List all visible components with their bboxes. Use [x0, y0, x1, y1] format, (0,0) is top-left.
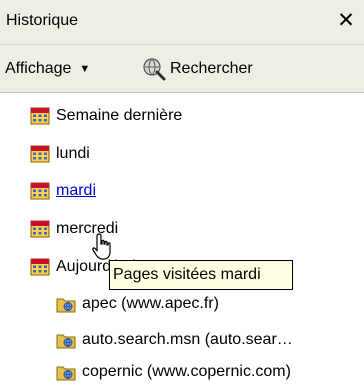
- history-site-item[interactable]: apec (www.apec.fr): [56, 289, 219, 319]
- history-site-item[interactable]: auto.search.msn (auto.sear…: [56, 325, 293, 355]
- panel-title-bar: Historique ✕: [0, 0, 364, 45]
- calendar-icon: [30, 219, 50, 239]
- chevron-down-icon: ▼: [79, 63, 91, 75]
- history-site-label: auto.search.msn (auto.sear…: [82, 331, 293, 348]
- view-menu-label: Affichage: [5, 60, 72, 77]
- history-group-label: lundi: [56, 145, 90, 162]
- history-site-item[interactable]: copernic (www.copernic.com): [56, 357, 291, 387]
- search-button[interactable]: Rechercher: [142, 54, 292, 84]
- search-label: Rechercher: [170, 60, 253, 77]
- history-group-label: Semaine dernière: [56, 107, 183, 124]
- panel-title: Historique: [6, 12, 79, 29]
- calendar-icon: [30, 257, 50, 277]
- calendar-icon: [30, 181, 50, 201]
- history-group-monday[interactable]: lundi: [30, 139, 90, 169]
- history-site-label: copernic (www.copernic.com): [82, 363, 291, 380]
- history-group-tuesday[interactable]: mardi: [30, 176, 96, 206]
- folder-icon: [56, 330, 76, 350]
- close-icon[interactable]: ✕: [334, 8, 358, 34]
- history-group-last-week[interactable]: Semaine dernière: [30, 101, 182, 131]
- search-globe-icon: [143, 58, 166, 81]
- folder-icon: [56, 362, 76, 382]
- calendar-icon: [30, 144, 50, 164]
- calendar-icon: [30, 106, 50, 126]
- toolbar: Affichage ▼ Rechercher: [0, 45, 364, 93]
- history-site-label: apec (www.apec.fr): [82, 295, 219, 312]
- folder-icon: [56, 294, 76, 314]
- tooltip: Pages visitées mardi: [109, 260, 293, 290]
- history-group-label: mardi: [56, 182, 97, 199]
- hand-cursor-icon: [92, 233, 111, 260]
- view-menu-button[interactable]: Affichage ▼: [5, 54, 133, 84]
